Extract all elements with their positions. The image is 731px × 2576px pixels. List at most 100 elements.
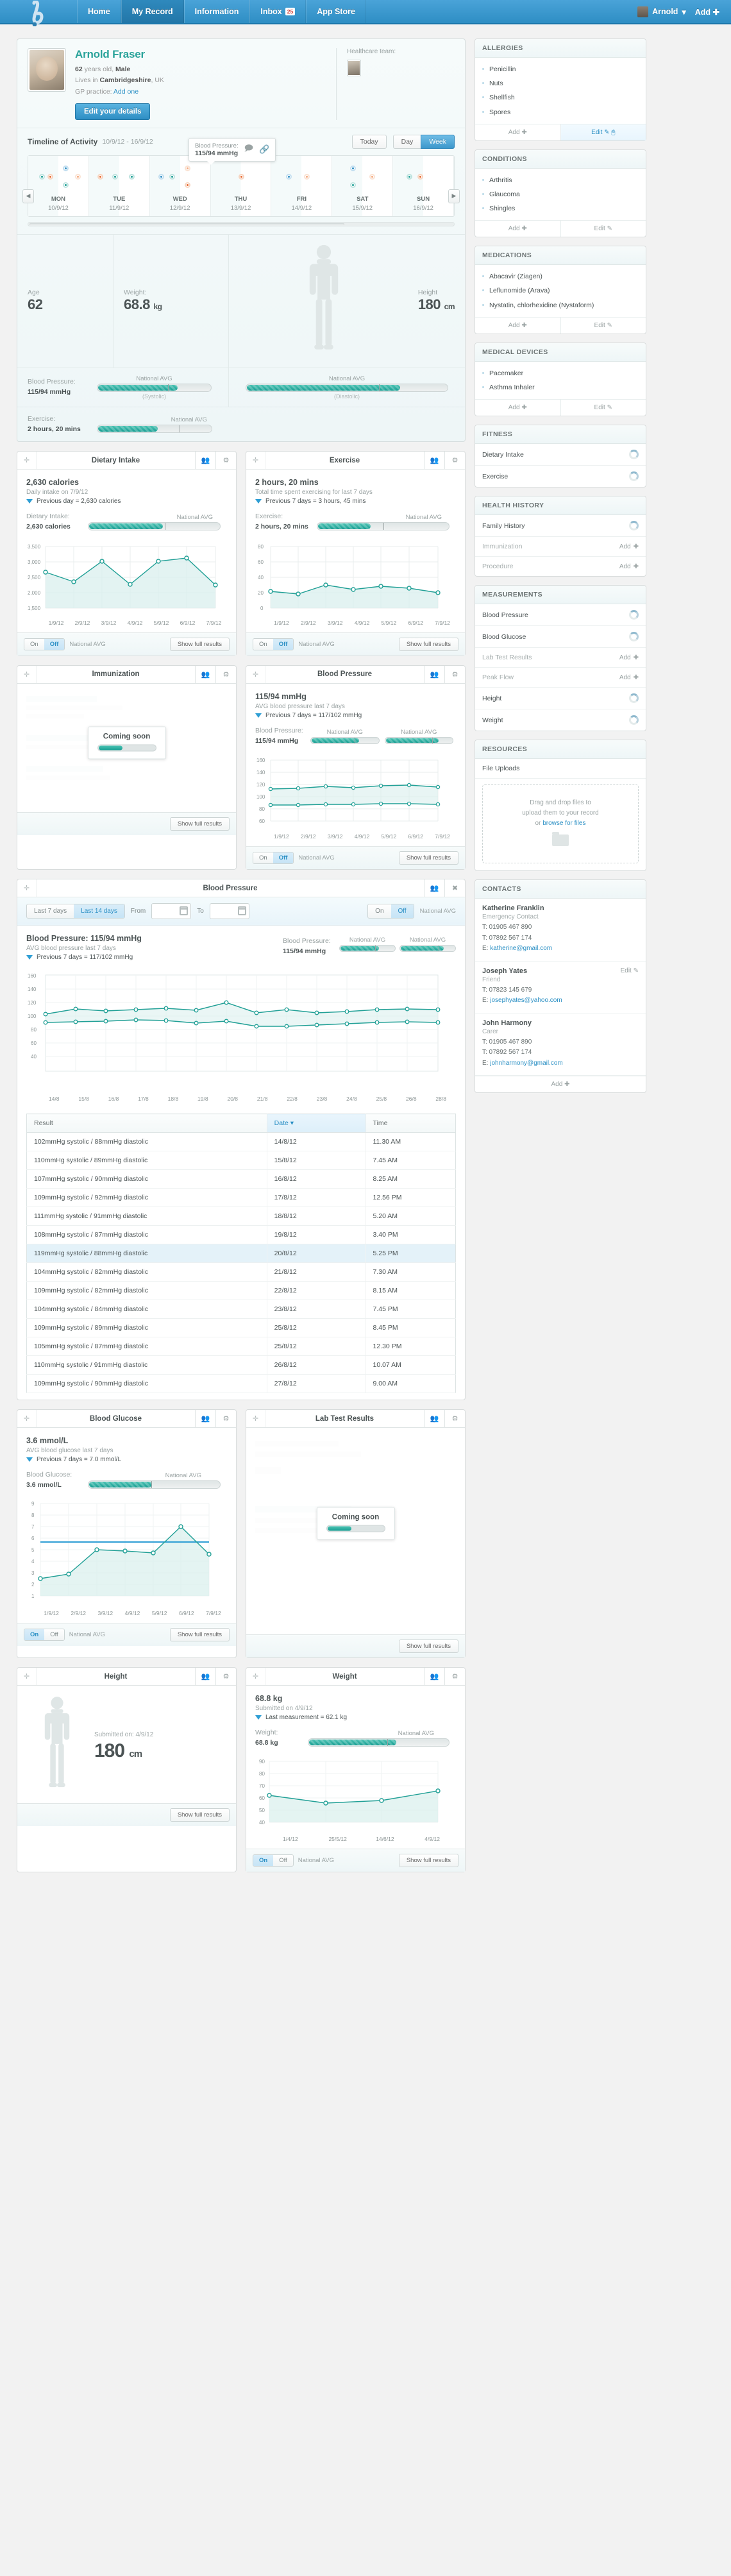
nav-item-inbox[interactable]: Inbox 25 [249,0,306,23]
share-people-icon[interactable]: 👥 [424,1410,444,1427]
share-people-icon[interactable]: 👥 [195,666,215,683]
national-avg-toggle[interactable]: On Off [24,1629,65,1641]
add-button[interactable]: Add✚ [619,543,639,550]
toggle-on[interactable]: On [253,1855,273,1866]
gp-add-link[interactable]: Add one [113,88,139,96]
gear-icon[interactable]: ⚙ [444,666,465,683]
table-row[interactable]: 108mmHg systolic / 87mmHg diastolic19/8/… [27,1226,456,1244]
col-date[interactable]: Date ▾ [267,1114,366,1133]
edit-button[interactable]: Edit ✎ 🖱 [561,124,646,140]
add-contact-button[interactable]: Add ✚ [475,1076,646,1092]
contact-email[interactable]: katherine@gmail.com [490,945,552,952]
timeline-week-button[interactable]: Week [421,135,455,149]
timeline-prev-arrow[interactable]: ◀ [22,189,34,203]
sidebar-item-peak-flow[interactable]: Peak FlowAdd✚ [475,668,646,688]
drag-handle-icon[interactable]: ✛ [246,452,265,469]
timeline-day[interactable]: SAT 15/9/12 [332,156,393,216]
sidebar-item-procedure[interactable]: ProcedureAdd✚ [475,557,646,576]
table-row[interactable]: 109mmHg systolic / 89mmHg diastolic25/8/… [27,1319,456,1337]
contact-email[interactable]: josephyates@yahoo.com [490,997,562,1004]
drag-handle-icon[interactable]: ✛ [17,452,37,469]
add-button[interactable]: Add ✚ [475,124,561,140]
drag-handle-icon[interactable]: ✛ [246,1410,265,1427]
toggle-off[interactable]: Off [44,1629,64,1640]
edit-button[interactable]: Edit ✎ [561,400,646,416]
comment-icon[interactable]: 🗩 [244,142,253,157]
table-row[interactable]: 105mmHg systolic / 87mmHg diastolic25/8/… [27,1337,456,1356]
table-row[interactable]: 104mmHg systolic / 84mmHg diastolic23/8/… [27,1300,456,1319]
show-full-results-button[interactable]: Show full results [170,817,230,831]
table-row[interactable]: 110mmHg systolic / 89mmHg diastolic15/8/… [27,1151,456,1170]
table-row[interactable]: 104mmHg systolic / 82mmHg diastolic21/8/… [27,1263,456,1282]
share-people-icon[interactable]: 👥 [424,1668,444,1685]
share-people-icon[interactable]: 👥 [424,666,444,683]
col-time[interactable]: Time [366,1114,456,1133]
table-row[interactable]: 109mmHg systolic / 90mmHg diastolic27/8/… [27,1375,456,1393]
timeline-day[interactable]: MON 10/9/12 [28,156,89,216]
user-menu[interactable]: Arnold ▾ [637,6,686,17]
national-avg-toggle[interactable]: On Off [24,638,65,650]
app-logo[interactable] [0,0,77,23]
drag-handle-icon[interactable]: ✛ [17,1668,37,1685]
edit-button[interactable]: Edit ✎ [561,318,646,334]
nav-item-my-record[interactable]: My Record [121,0,184,23]
drag-handle-icon[interactable]: ✛ [17,666,37,683]
gear-icon[interactable]: ⚙ [215,452,236,469]
add-button[interactable]: Add✚ [619,674,639,681]
toggle-on[interactable]: On [24,1629,44,1640]
timeline-scrollbar[interactable] [28,222,455,226]
range-last-7-days[interactable]: Last 7 days [27,904,74,918]
date-range-selector[interactable]: Last 7 days Last 14 days [26,904,125,919]
toggle-on[interactable]: On [368,904,391,918]
sidebar-item-blood-pressure[interactable]: Blood Pressure [475,604,646,626]
share-people-icon[interactable]: 👥 [195,1668,215,1685]
nav-item-home[interactable]: Home [77,0,121,23]
national-avg-toggle[interactable]: On Off [253,852,294,864]
range-last-14-days[interactable]: Last 14 days [74,904,124,918]
table-row[interactable]: 111mmHg systolic / 91mmHg diastolic18/8/… [27,1207,456,1226]
share-people-icon[interactable]: 👥 [195,1410,215,1427]
team-member-avatar[interactable] [347,60,361,76]
from-date-input[interactable] [151,903,191,919]
gear-icon[interactable]: ⚙ [215,1668,236,1685]
add-button[interactable]: Add ✚ [695,7,719,17]
show-full-results-button[interactable]: Show full results [170,1808,230,1822]
toggle-on[interactable]: On [253,639,273,650]
show-full-results-button[interactable]: Show full results [399,1640,458,1653]
add-button[interactable]: Add✚ [619,654,639,661]
col-result[interactable]: Result [27,1114,267,1133]
timeline-next-arrow[interactable]: ▶ [448,189,460,203]
drag-handle-icon[interactable]: ✛ [246,666,265,683]
close-icon[interactable]: ✖ [444,879,465,897]
sidebar-item-dietary-intake[interactable]: Dietary Intake [475,444,646,466]
toggle-off[interactable]: Off [273,639,294,650]
table-row[interactable]: 109mmHg systolic / 92mmHg diastolic17/8/… [27,1189,456,1207]
gear-icon[interactable]: ⚙ [215,1410,236,1427]
sidebar-item-lab-test-results[interactable]: Lab Test ResultsAdd✚ [475,648,646,668]
edit-button[interactable]: Edit ✎ [561,221,646,237]
contact-email[interactable]: johnharmony@gmail.com [490,1060,563,1067]
gear-icon[interactable]: ⚙ [215,666,236,683]
toggle-on[interactable]: On [24,639,44,650]
toggle-off[interactable]: Off [273,852,294,863]
table-row[interactable]: 110mmHg systolic / 91mmHg diastolic26/8/… [27,1356,456,1375]
timeline-day[interactable]: SUN 16/9/12 [393,156,454,216]
timeline-day[interactable]: FRI 14/9/12 [271,156,332,216]
share-people-icon[interactable]: 👥 [424,879,444,897]
timeline-day[interactable]: TUE 11/9/12 [89,156,150,216]
sidebar-item-family-history[interactable]: Family History [475,515,646,537]
toggle-on[interactable]: On [253,852,273,863]
nav-item-information[interactable]: Information [184,0,250,23]
add-button[interactable]: Add✚ [619,563,639,570]
sidebar-item-blood-glucose[interactable]: Blood Glucose [475,626,646,648]
sidebar-item-file-uploads[interactable]: File Uploads [475,759,646,779]
add-button[interactable]: Add ✚ [475,400,561,416]
timeline-day[interactable]: WED 12/9/12 [150,156,211,216]
toggle-off[interactable]: Off [44,639,65,650]
national-avg-toggle[interactable]: On Off [253,1854,294,1867]
add-button[interactable]: Add ✚ [475,221,561,237]
sidebar-item-weight[interactable]: Weight [475,709,646,731]
table-row[interactable]: 102mmHg systolic / 88mmHg diastolic14/8/… [27,1133,456,1151]
file-dropzone[interactable]: Drag and drop files to upload them to yo… [482,784,639,863]
timeline-today-button[interactable]: Today [352,135,387,149]
